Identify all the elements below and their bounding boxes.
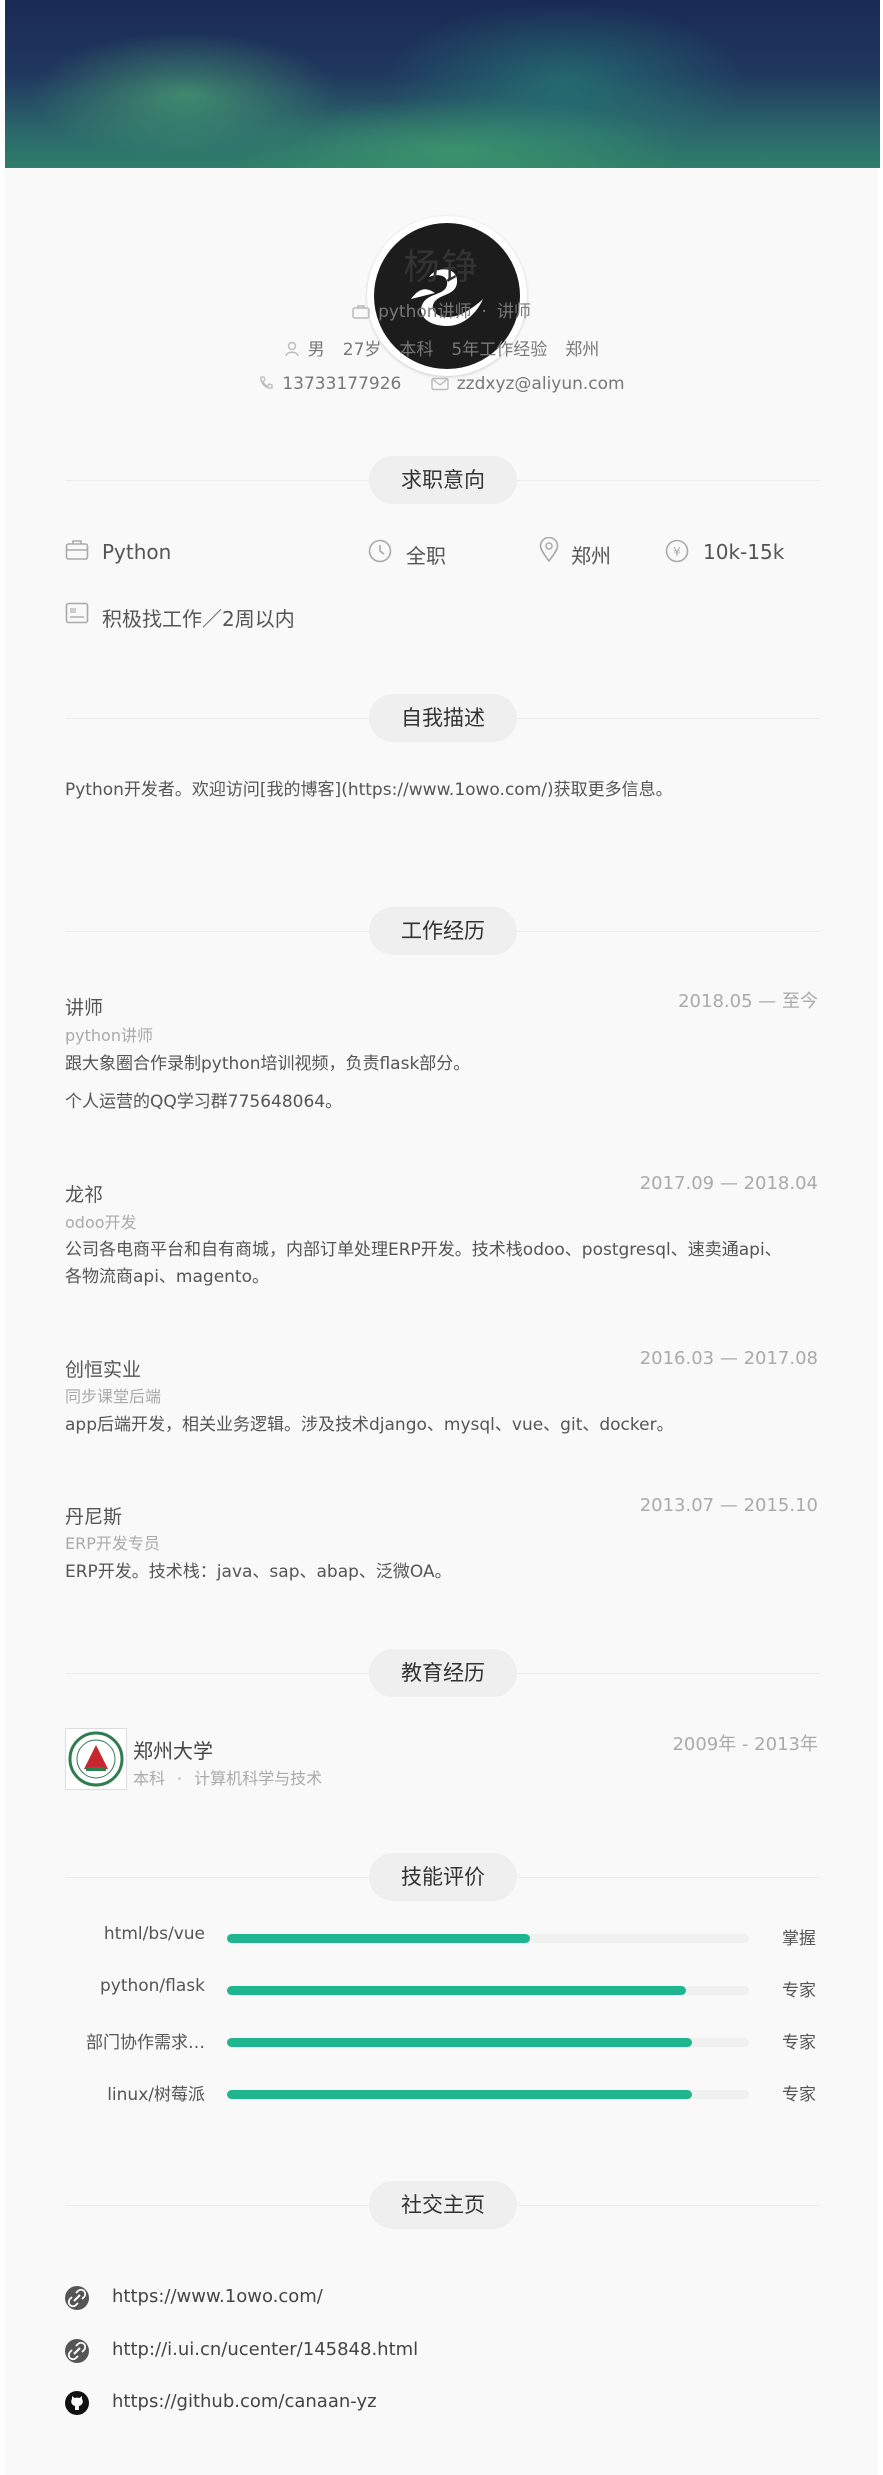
link-icon xyxy=(65,2286,89,2310)
intent-status: 积极找工作／2周以内 xyxy=(102,607,295,631)
company-name: 讲师 xyxy=(65,997,104,1019)
work-role: ERP开发专员 xyxy=(65,1534,160,1553)
skill-name: html/bs/vue xyxy=(103,1924,205,1944)
city: 郑州 xyxy=(565,340,600,360)
work-role: 同步课堂后端 xyxy=(65,1387,162,1406)
school-emblem-icon xyxy=(68,1731,124,1787)
school-logo xyxy=(65,1728,127,1790)
school-name: 郑州大学 xyxy=(133,1739,213,1763)
section-about: 自我描述 xyxy=(369,694,517,742)
clock-icon xyxy=(368,539,392,567)
location-icon xyxy=(538,536,560,567)
briefcase-icon xyxy=(352,304,370,324)
work-desc: 跟大象圈合作录制python培训视频，负责flask部分。 xyxy=(65,1054,471,1074)
dot-separator: · xyxy=(177,1769,183,1788)
skill-progress-track xyxy=(227,2090,749,2099)
education-detail: 本科 · 计算机科学与技术 xyxy=(133,1765,322,1789)
edu-degree: 本科 xyxy=(133,1769,166,1788)
salary-icon: ¥ xyxy=(665,539,689,567)
company-name: 丹尼斯 xyxy=(65,1506,123,1528)
candidate-name: 杨铮 xyxy=(403,247,480,288)
section-intent: 求职意向 xyxy=(369,456,517,504)
status-icon xyxy=(65,602,89,628)
job-title-2: 讲师 xyxy=(496,302,531,322)
edu-major: 计算机科学与技术 xyxy=(194,1769,323,1788)
education-date: 2009年 - 2013年 xyxy=(672,1734,818,1755)
header-banner xyxy=(5,0,880,168)
about-text: Python开发者。欢迎访问[我的博客](https://www.1owo.co… xyxy=(65,780,673,800)
section-work: 工作经历 xyxy=(369,907,517,955)
work-desc: 公司各电商平台和自有商城，内部订单处理ERP开发。技术栈odoo、postgre… xyxy=(65,1240,782,1260)
company-name: 创恒实业 xyxy=(65,1359,142,1381)
link-icon xyxy=(65,2339,89,2363)
work-role: python讲师 xyxy=(65,1026,153,1045)
company-name: 龙祁 xyxy=(65,1184,104,1206)
skill-progress-fill xyxy=(227,2090,692,2099)
job-title: python讲师 xyxy=(378,302,472,322)
intent-position: Python xyxy=(102,540,172,564)
skill-name: linux/树莓派 xyxy=(107,2085,205,2105)
work-desc: 各物流商api、magento。 xyxy=(65,1267,269,1287)
contact-line: 13733177926 zzdxyz@aliyun.com xyxy=(0,374,883,396)
age: 27岁 xyxy=(342,340,382,360)
work-desc: app后端开发，相关业务逻辑。涉及技术django、mysql、vue、git、… xyxy=(65,1415,674,1435)
work-desc: ERP开发。技术栈：java、sap、abap、泛微OA。 xyxy=(65,1562,452,1582)
work-date: 2017.09 — 2018.04 xyxy=(639,1173,818,1194)
skill-name: python/flask xyxy=(99,1976,205,1996)
phone[interactable]: 13733177926 xyxy=(282,374,401,394)
skill-level: 专家 xyxy=(782,2085,816,2105)
title-line: python讲师 · 讲师 xyxy=(0,297,883,324)
phone-icon xyxy=(258,375,274,396)
intent-city: 郑州 xyxy=(571,544,611,568)
user-icon xyxy=(284,341,300,362)
skill-level: 掌握 xyxy=(782,1929,816,1949)
email[interactable]: zzdxyz@aliyun.com xyxy=(457,374,625,394)
degree: 本科 xyxy=(399,340,434,360)
svg-text:¥: ¥ xyxy=(673,545,681,559)
skill-progress-fill xyxy=(227,1986,687,1995)
skill-level: 专家 xyxy=(782,1981,816,2001)
work-date: 2013.07 — 2015.10 xyxy=(639,1495,818,1516)
work-date: 2018.05 — 至今 xyxy=(678,991,818,1012)
skill-progress-track xyxy=(227,1934,749,1943)
intent-salary: 10k-15k xyxy=(703,540,785,564)
gender: 男 xyxy=(307,340,325,360)
resume-page: 杨铮 python讲师 · 讲师 男 27岁 本科 5年工作经验 郑州 1373317792… xyxy=(0,0,883,2475)
work-desc: 个人运营的QQ学习群775648064。 xyxy=(65,1092,343,1112)
section-education: 教育经历 xyxy=(369,1649,517,1697)
skill-progress-fill xyxy=(227,1934,530,1943)
position-icon xyxy=(65,539,89,565)
skill-name: 部门协作需求… xyxy=(86,2033,205,2053)
basic-info-line: 男 27岁 本科 5年工作经验 郑州 xyxy=(0,335,883,362)
skill-level: 专家 xyxy=(782,2033,816,2053)
intent-type: 全职 xyxy=(406,544,446,568)
section-skills: 技能评价 xyxy=(369,1853,517,1901)
resume-card xyxy=(5,168,878,2475)
skill-progress-fill xyxy=(227,2038,692,2047)
social-link[interactable]: https://www.1owo.com/ xyxy=(112,2286,323,2307)
section-social: 社交主页 xyxy=(369,2181,517,2229)
social-link[interactable]: https://github.com/canaan-yz xyxy=(112,2391,377,2412)
social-link[interactable]: http://i.ui.cn/ucenter/145848.html xyxy=(112,2339,418,2360)
github-icon xyxy=(65,2391,89,2415)
work-date: 2016.03 — 2017.08 xyxy=(639,1348,818,1369)
dot-separator: · xyxy=(481,302,487,322)
experience: 5年工作经验 xyxy=(451,340,548,360)
skill-progress-track xyxy=(227,2038,749,2047)
skill-progress-track xyxy=(227,1986,749,1995)
mail-icon xyxy=(431,376,449,396)
work-role: odoo开发 xyxy=(65,1213,137,1232)
